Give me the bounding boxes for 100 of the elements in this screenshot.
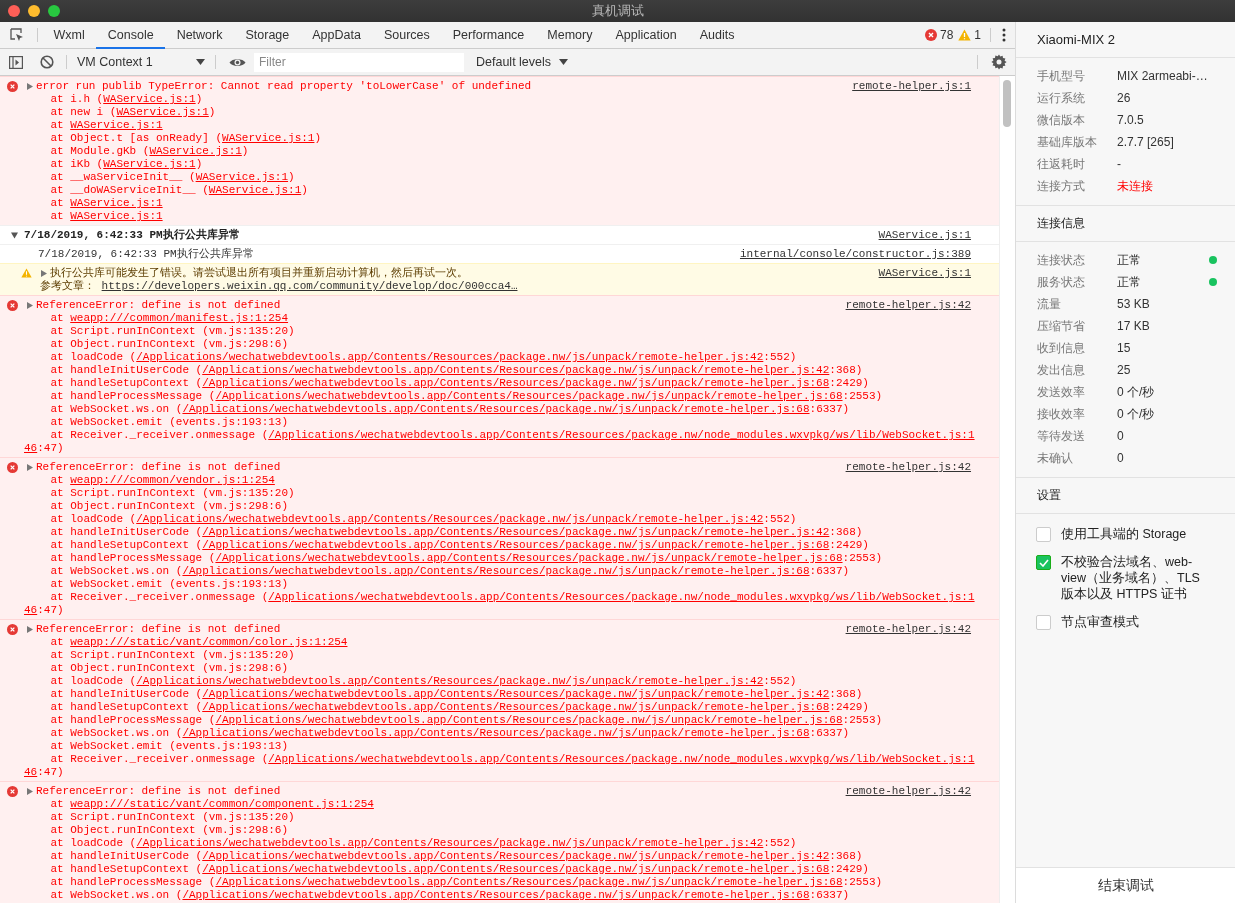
- panel-tab[interactable]: Wxml: [42, 22, 97, 49]
- stack-frame: at handleInitUserCode (/Applications/wechatwebdevtools.app/Contents/Resources/package.nw/js/unpack/remote-helper.js:42:368): [24, 850, 971, 863]
- file-link[interactable]: /Applications/wechatwebdevtools.app/Contents/Resources/package.nw/js/unpack/remote-helper.js:68: [215, 714, 843, 726]
- file-link[interactable]: /Applications/wechatwebdevtools.app/Contents/Resources/package.nw/js/unpack/remote-helper.js:42: [136, 837, 764, 849]
- file-link[interactable]: WAService.js:1: [195, 171, 289, 183]
- error-icon: [6, 786, 18, 797]
- reference-line: 参考文章： https://developers.weixin.qq.com/community/develop/doc/000cca4…: [39, 280, 519, 293]
- file-link[interactable]: WAService.js:1: [116, 106, 209, 118]
- file-link[interactable]: 46: [24, 604, 38, 616]
- file-link[interactable]: weapp:///static/vant/common/component.js:1:254: [70, 798, 374, 810]
- source-link[interactable]: WAService.js:1: [878, 229, 971, 242]
- file-link[interactable]: WAService.js:1: [103, 158, 196, 170]
- expand-arrow-icon[interactable]: [27, 302, 33, 309]
- stack-frame: at loadCode (/Applications/wechatwebdevtools.app/Contents/Resources/package.nw/js/unpack/remote-helper.js:42:552): [24, 837, 971, 850]
- end-debug-button[interactable]: 结束调试: [1016, 867, 1235, 903]
- expand-arrow-icon[interactable]: [27, 788, 33, 795]
- file-link[interactable]: /Applications/wechatwebdevtools.app/Contents/Resources/package.nw/js/unpack/remote-helper.js:68: [202, 539, 830, 551]
- file-link[interactable]: /Applications/wechatwebdevtools.app/Contents/Resources/package.nw/js/unpack/remote-helper.js:68: [182, 727, 810, 739]
- checkbox[interactable]: [1036, 527, 1051, 542]
- file-link[interactable]: /Applications/wechatwebdevtools.app/Contents/Resources/package.nw/js/unpack/remote-helper.js:68: [215, 390, 843, 402]
- info-value: 53 KB: [1117, 297, 1151, 311]
- clear-console-icon[interactable]: [40, 55, 54, 69]
- panel-tab[interactable]: Application: [604, 22, 689, 49]
- file-link[interactable]: /Applications/wechatwebdevtools.app/Contents/Resources/package.nw/node_modules.wxvpkg/ws/lib/WebSocket.js:1: [268, 753, 975, 765]
- file-link[interactable]: /Applications/wechatwebdevtools.app/Contents/Resources/package.nw/js/unpack/remote-helper.js:68: [182, 403, 810, 415]
- file-link[interactable]: /Applications/wechatwebdevtools.app/Contents/Resources/package.nw/js/unpack/remote-helper.js:42: [202, 850, 830, 862]
- file-link[interactable]: WAService.js:1: [70, 210, 163, 222]
- sidebar-toggle-icon[interactable]: [9, 55, 23, 69]
- info-label: 发出信息: [1037, 361, 1086, 379]
- panel-tab[interactable]: Storage: [233, 22, 301, 49]
- source-link[interactable]: remote-helper.js:42: [845, 461, 971, 474]
- file-link[interactable]: /Applications/wechatwebdevtools.app/Contents/Resources/package.nw/node_modules.wxvpkg/ws/lib/WebSocket.js:1: [268, 591, 975, 603]
- file-link[interactable]: 46: [24, 766, 38, 778]
- panel-tab[interactable]: Audits: [688, 22, 746, 49]
- panel-tab[interactable]: AppData: [300, 22, 373, 49]
- source-link[interactable]: remote-helper.js:42: [845, 623, 971, 636]
- file-link[interactable]: WAService.js:1: [222, 132, 315, 144]
- file-link[interactable]: /Applications/wechatwebdevtools.app/Contents/Resources/package.nw/js/unpack/remote-helper.js:68: [215, 552, 843, 564]
- file-link[interactable]: /Applications/wechatwebdevtools.app/Contents/Resources/package.nw/js/unpack/remote-helper.js:42: [202, 364, 830, 376]
- stack-frame: at Module.gKb (WAService.js:1): [24, 145, 971, 158]
- stack-frame: at handleInitUserCode (/Applications/wechatwebdevtools.app/Contents/Resources/package.nw/js/unpack/remote-helper.js:42:368): [24, 526, 971, 539]
- panel-tab[interactable]: Memory: [535, 22, 604, 49]
- file-link[interactable]: /Applications/wechatwebdevtools.app/Contents/Resources/package.nw/js/unpack/remote-helper.js:42: [202, 688, 830, 700]
- panel-tab[interactable]: Performance: [441, 22, 536, 49]
- panel-tab[interactable]: Network: [165, 22, 234, 49]
- file-link[interactable]: weapp:///common/manifest.js:1:254: [70, 312, 289, 324]
- file-link[interactable]: /Applications/wechatwebdevtools.app/Contents/Resources/package.nw/js/unpack/remote-helper.js:42: [136, 351, 764, 363]
- warning-count: 1: [974, 28, 981, 42]
- file-link[interactable]: weapp:///static/vant/common/color.js:1:254: [70, 636, 348, 648]
- info-label: 发送效率: [1037, 383, 1086, 401]
- window-zoom-button[interactable]: [48, 5, 60, 17]
- checkbox-label: 节点审查模式: [1061, 614, 1139, 630]
- file-link[interactable]: WAService.js:1: [149, 145, 242, 157]
- file-link[interactable]: /Applications/wechatwebdevtools.app/Contents/Resources/package.nw/js/unpack/remote-helper.js:68: [202, 863, 830, 875]
- file-link[interactable]: WAService.js:1: [70, 119, 163, 131]
- stack-frame: at weapp:///static/vant/common/component.js:1:254: [24, 798, 971, 811]
- log-levels-dropdown[interactable]: Default levels: [470, 55, 575, 69]
- settings-icon[interactable]: [991, 54, 1007, 70]
- checkbox[interactable]: [1036, 615, 1051, 630]
- error-message: ReferenceError: define is not defined: [36, 299, 281, 312]
- filter-field[interactable]: Filter: [254, 52, 464, 72]
- file-link[interactable]: /Applications/wechatwebdevtools.app/Contents/Resources/package.nw/js/unpack/remote-helper.js:68: [202, 377, 830, 389]
- info-label: 等待发送: [1037, 427, 1086, 445]
- panel-tab[interactable]: Sources: [372, 22, 442, 49]
- file-link[interactable]: /Applications/wechatwebdevtools.app/Contents/Resources/package.nw/js/unpack/remote-helper.js:68: [182, 889, 810, 901]
- context-dropdown[interactable]: VM Context 1: [71, 55, 211, 69]
- eye-icon[interactable]: [229, 56, 246, 68]
- file-link[interactable]: /Applications/wechatwebdevtools.app/Contents/Resources/package.nw/js/unpack/remote-helper.js:68: [182, 565, 810, 577]
- expand-arrow-icon[interactable]: [27, 626, 33, 633]
- stack-frame: at handleSetupContext (/Applications/wechatwebdevtools.app/Contents/Resources/package.nw/js/unpack/remote-helper.js:68:2429): [24, 377, 971, 390]
- info-label: 压缩节省: [1037, 317, 1086, 335]
- source-link[interactable]: WAService.js:1: [878, 267, 971, 280]
- reference-link[interactable]: https://developers.weixin.qq.com/community/develop/doc/000cca4…: [101, 280, 518, 292]
- file-link[interactable]: /Applications/wechatwebdevtools.app/Contents/Resources/package.nw/js/unpack/remote-helper.js:42: [136, 513, 764, 525]
- window-close-button[interactable]: [8, 5, 20, 17]
- more-menu-icon[interactable]: [1002, 28, 1006, 42]
- file-link[interactable]: weapp:///common/vendor.js:1:254: [70, 474, 275, 486]
- file-link[interactable]: 46: [24, 442, 38, 454]
- source-link[interactable]: internal/console/constructor.js:389: [739, 248, 971, 261]
- file-link[interactable]: /Applications/wechatwebdevtools.app/Contents/Resources/package.nw/js/unpack/remote-helper.js:68: [215, 876, 843, 888]
- file-link[interactable]: /Applications/wechatwebdevtools.app/Contents/Resources/package.nw/js/unpack/remote-helper.js:42: [136, 675, 764, 687]
- scrollbar-thumb[interactable]: [1003, 80, 1011, 127]
- source-link[interactable]: remote-helper.js:42: [845, 299, 971, 312]
- expand-arrow-icon[interactable]: [27, 83, 33, 90]
- file-link[interactable]: /Applications/wechatwebdevtools.app/Contents/Resources/package.nw/node_modules.wxvpkg/ws/lib/WebSocket.js:1: [268, 429, 975, 441]
- source-link[interactable]: remote-helper.js:42: [845, 785, 971, 798]
- file-link[interactable]: /Applications/wechatwebdevtools.app/Contents/Resources/package.nw/js/unpack/remote-helper.js:68: [202, 701, 830, 713]
- expand-arrow-icon[interactable]: [41, 270, 47, 277]
- file-link[interactable]: WAService.js:1: [70, 197, 163, 209]
- inspect-element-icon[interactable]: [9, 27, 25, 43]
- expand-arrow-icon[interactable]: [10, 232, 18, 239]
- info-value: 15: [1117, 341, 1132, 355]
- group-title: 7/18/2019, 6:42:33 PM执行公共库异常: [24, 229, 240, 242]
- file-link[interactable]: WAService.js:1: [208, 184, 302, 196]
- source-link[interactable]: remote-helper.js:1: [852, 80, 971, 93]
- expand-arrow-icon[interactable]: [27, 464, 33, 471]
- file-link[interactable]: /Applications/wechatwebdevtools.app/Contents/Resources/package.nw/js/unpack/remote-helper.js:42: [202, 526, 830, 538]
- window-minimize-button[interactable]: [28, 5, 40, 17]
- checkbox[interactable]: [1036, 555, 1051, 570]
- file-link[interactable]: WAService.js:1: [103, 93, 196, 105]
